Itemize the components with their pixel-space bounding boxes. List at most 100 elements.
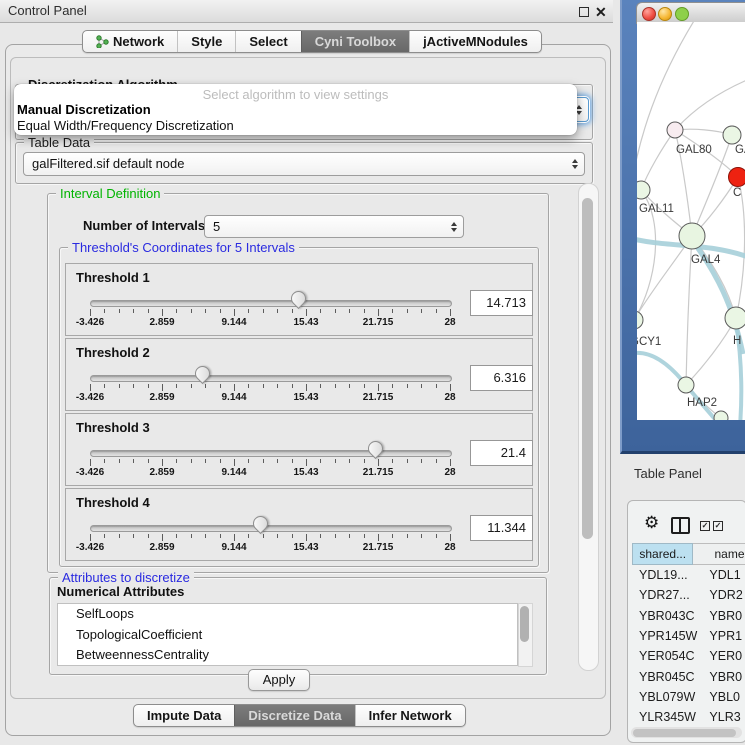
GAL4-node[interactable] — [679, 223, 705, 249]
num-intervals-combobox[interactable]: 5 — [204, 215, 464, 238]
cell-name: YBL0 — [705, 690, 745, 704]
HAP2-node[interactable] — [678, 377, 694, 393]
content-scrollbar[interactable] — [578, 183, 599, 671]
tick-mark — [263, 309, 264, 313]
algorithm-option-manual[interactable]: Manual Discretization — [17, 102, 151, 117]
table-row[interactable]: YBR043CYBR0 — [632, 606, 745, 626]
table-row[interactable]: YBR045CYBR0 — [632, 666, 745, 686]
column-header-shared-name[interactable]: shared... — [632, 543, 693, 565]
network-graph[interactable]: GAL80GACGAL11GAL4GCY1HHAP2 — [637, 22, 745, 420]
bottom-node[interactable] — [714, 411, 728, 420]
tab-impute-data[interactable]: Impute Data — [134, 705, 234, 726]
checkbox-icon[interactable]: ✓ — [700, 521, 710, 531]
network-edge[interactable] — [637, 236, 692, 320]
tick-mark — [90, 384, 91, 391]
numerical-attributes-list[interactable]: SelfLoopsTopologicalCoefficientBetweenne… — [57, 603, 518, 666]
tab-jactivemnodules[interactable]: jActiveMNodules — [409, 31, 541, 52]
network-edge[interactable] — [675, 80, 745, 130]
tab-label: Impute Data — [147, 708, 221, 723]
right-node[interactable] — [725, 307, 745, 329]
table-panel-title: Table Panel — [634, 466, 702, 481]
slider-track[interactable] — [90, 525, 452, 532]
tick-mark — [148, 384, 149, 388]
tick-mark — [421, 384, 422, 388]
checkbox-icon[interactable]: ✓ — [713, 521, 723, 531]
table-row[interactable]: YDR27...YDR2 — [632, 585, 745, 605]
close-icon[interactable]: ✕ — [595, 2, 607, 22]
threshold-value-field[interactable]: 11.344 — [470, 515, 533, 541]
tab-select[interactable]: Select — [235, 31, 300, 52]
tick-mark — [248, 534, 249, 538]
network-edge[interactable] — [637, 22, 697, 202]
tick-mark — [248, 309, 249, 313]
attributes-list-scrollbar[interactable] — [518, 603, 533, 667]
tick-mark — [220, 384, 221, 388]
algorithm-option-equal-width[interactable]: Equal Width/Frequency Discretization — [17, 118, 234, 133]
tick-mark — [205, 384, 206, 388]
red-node[interactable] — [729, 168, 745, 187]
tick-label: 28 — [444, 392, 455, 403]
threshold-value-field[interactable]: 6.316 — [470, 365, 533, 391]
split-columns-icon[interactable] — [671, 517, 690, 534]
attribute-list-item[interactable]: TopologicalCoefficient — [58, 625, 517, 646]
GCY1-node[interactable] — [637, 311, 643, 329]
threshold-value-field[interactable]: 21.4 — [470, 440, 533, 466]
GAL11-node[interactable] — [637, 181, 650, 199]
zoom-traffic-light[interactable] — [675, 7, 689, 21]
tick-mark — [436, 459, 437, 463]
tick-label: 21.715 — [363, 317, 394, 328]
top-right-node[interactable] — [723, 126, 741, 144]
threshold-value-field[interactable]: 14.713 — [470, 290, 533, 316]
tick-label: 28 — [444, 542, 455, 553]
close-traffic-light[interactable] — [642, 7, 656, 21]
float-window-icon[interactable] — [579, 7, 589, 17]
slider-tick-labels: -3.4262.8599.14415.4321.71528 — [90, 542, 450, 554]
cell-shared-name: YDR27... — [632, 588, 705, 602]
minimize-traffic-light[interactable] — [658, 7, 672, 21]
slider-ticks — [90, 459, 450, 467]
tick-mark — [392, 309, 393, 313]
cell-name: YPR1 — [705, 629, 745, 643]
cell-name: YDL1 — [705, 568, 745, 582]
table-row[interactable]: YER054CYER0 — [632, 646, 745, 666]
scrollbar-thumb[interactable] — [520, 606, 529, 642]
threshold-label: Threshold 3 — [76, 420, 150, 435]
tab-label: Select — [249, 34, 287, 49]
table-row[interactable]: YDL19...YDL1 — [632, 565, 745, 585]
table-row[interactable]: YPR145WYPR1 — [632, 626, 745, 646]
attribute-list-item[interactable]: SelfLoops — [58, 604, 517, 625]
network-edge[interactable] — [686, 318, 736, 385]
slider-track[interactable] — [90, 375, 452, 382]
cell-shared-name: YBL079W — [632, 690, 705, 704]
tab-infer-network[interactable]: Infer Network — [355, 705, 465, 726]
scrollbar-thumb[interactable] — [582, 198, 593, 539]
gear-icon[interactable]: ⚙ — [644, 513, 659, 533]
tab-discretize-data[interactable]: Discretize Data — [234, 705, 354, 726]
network-canvas[interactable]: GAL80GACGAL11GAL4GCY1HHAP2 — [637, 22, 745, 420]
table-horizontal-scrollbar[interactable] — [631, 727, 742, 738]
tick-mark — [378, 309, 379, 316]
slider-ticks — [90, 534, 450, 542]
tick-mark — [104, 384, 105, 388]
threshold-panel-2: Threshold 2-3.4262.8599.14415.4321.71528… — [65, 338, 533, 411]
tab-cyni-toolbox[interactable]: Cyni Toolbox — [301, 31, 409, 52]
table-row[interactable]: YBL079WYBL0 — [632, 687, 745, 707]
tick-mark — [364, 459, 365, 463]
num-intervals-value: 5 — [213, 216, 220, 237]
tab-network[interactable]: Network — [83, 31, 177, 52]
table-row[interactable]: YLR345WYLR3 — [632, 707, 745, 725]
apply-button[interactable]: Apply — [248, 669, 310, 691]
network-edge[interactable] — [641, 130, 675, 190]
tab-label: Infer Network — [369, 708, 452, 723]
tick-mark — [90, 459, 91, 466]
tab-style[interactable]: Style — [177, 31, 235, 52]
GAL80-node[interactable] — [667, 122, 683, 138]
table-panel-card: ⚙ ✓ ✓ shared... name YDL19...YDL1YDR27..… — [627, 500, 745, 743]
slider-track[interactable] — [90, 300, 452, 307]
attribute-list-item[interactable]: BetweennessCentrality — [58, 645, 517, 666]
column-header-name[interactable]: name — [693, 543, 745, 565]
slider-track[interactable] — [90, 450, 452, 457]
control-panel-tabs: NetworkStyle Select Cyni ToolboxjActiveMNo… — [82, 30, 542, 53]
table-data-combobox[interactable]: galFiltered.sif default node — [23, 152, 585, 176]
scrollbar-thumb[interactable] — [633, 729, 736, 737]
